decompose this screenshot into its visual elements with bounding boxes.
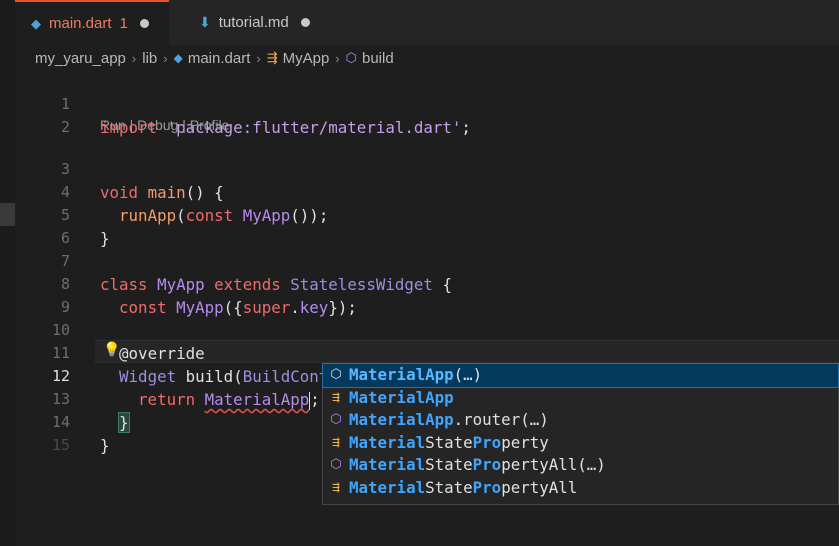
suggestion-item[interactable]: ⬡ Material State Pro pertyAll(…) [323, 454, 838, 477]
code-line[interactable]: 10 @override [0, 296, 839, 363]
type-icon: ⇶ [332, 434, 340, 450]
tab-label: tutorial.md [218, 14, 289, 31]
breadcrumb-class[interactable]: MyApp [283, 50, 330, 67]
code-line[interactable]: 9 [0, 273, 839, 316]
suggestion-match: MaterialApp [349, 410, 454, 430]
suggestion-mid: State [425, 432, 473, 452]
suggestion-item[interactable]: ⇶ Material State Pro pertyAll [323, 477, 838, 500]
tab-label: main.dart [49, 15, 112, 32]
chevron-right-icon: › [256, 50, 261, 66]
breadcrumb-subfolder[interactable]: lib [142, 50, 157, 67]
suggestion-item[interactable]: ⬡ MaterialApp .router(…) [323, 409, 838, 432]
dart-icon: ◆ [31, 15, 41, 31]
tab-tutorial-md[interactable]: ⬇ tutorial.md [185, 0, 345, 45]
code-line[interactable]: 1 import 'package:flutter/material.dart'… [0, 70, 839, 137]
code-line[interactable]: 3 void main() { [0, 135, 839, 202]
code-line[interactable]: 2 [0, 93, 839, 136]
class-icon: ⬡ [330, 367, 342, 382]
punctuation: } [100, 436, 110, 455]
suggestion-mid: State [425, 477, 473, 497]
line-number: 15 [51, 436, 70, 454]
markdown-icon: ⬇ [199, 14, 211, 30]
problem-count-badge: 1 [119, 15, 128, 32]
code-line[interactable]: 11 Widget build(BuildContext context) { [0, 319, 839, 387]
tab-bar: ◆ main.dart 1 ⬇ tutorial.md [15, 0, 839, 45]
constructor-icon: ⬡ [330, 412, 342, 428]
code-line[interactable]: 6 [0, 204, 839, 247]
suggestion-match: Pro [472, 432, 502, 452]
breadcrumb-method[interactable]: build [362, 50, 394, 67]
suggestion-match: MaterialApp [349, 387, 454, 407]
lightbulb-icon[interactable]: 💡 [103, 341, 120, 358]
suggestion-match: Pro [472, 455, 502, 475]
suggestion-rest: perty [501, 432, 549, 452]
suggestion-item[interactable]: ⬡ MaterialApp (…) [322, 363, 839, 388]
autocomplete-suggestions: ⬡ MaterialApp (…) ⇶ MaterialApp ⬡ Materia… [322, 363, 839, 505]
method-symbol-icon: ⬡ [345, 50, 357, 65]
class-symbol-icon: ⇶ [266, 50, 278, 65]
suggestion-match: Material [349, 432, 426, 452]
suggestion-item[interactable]: ⇶ MaterialApp [323, 387, 838, 410]
suggestion-rest: pertyAll(…) [501, 455, 606, 475]
breadcrumb-file[interactable]: main.dart [188, 50, 251, 67]
unsaved-dot-icon[interactable] [139, 19, 149, 28]
suggestion-mid: State [425, 455, 473, 475]
codelens-run-debug-profile[interactable]: Run | Debug | Profile [100, 115, 229, 135]
type-icon: ⇶ [332, 389, 340, 405]
suggestion-item[interactable]: ⇶ Material State Pro perty [323, 432, 838, 455]
suggestion-rest: pertyAll [501, 477, 578, 497]
constructor-icon: ⬡ [330, 457, 342, 473]
breadcrumb: my_yaru_app › lib › ◆ main.dart › ⇶ MyAp… [35, 47, 394, 69]
chevron-right-icon: › [163, 50, 168, 66]
suggestion-rest: (…) [453, 365, 483, 384]
suggestion-match: Pro [472, 477, 502, 497]
code-line[interactable]: 5 } [0, 181, 839, 248]
tab-main-dart[interactable]: ◆ main.dart 1 [15, 0, 169, 45]
dart-icon: ◆ [173, 51, 183, 65]
code-line[interactable]: 7 class MyApp extends StatelessWidget { [0, 227, 839, 294]
chevron-right-icon: › [131, 50, 137, 66]
suggestion-match: Material [349, 455, 426, 475]
suggestion-rest: .router(…) [453, 410, 549, 430]
chevron-right-icon: › [335, 50, 340, 66]
type-icon: ⇶ [332, 479, 340, 495]
code-line[interactable]: 8 const MyApp({super.key}); [0, 250, 839, 317]
suggestion-match: Material [349, 477, 426, 497]
breadcrumb-folder[interactable]: my_yaru_app [35, 50, 126, 67]
code-line-current[interactable]: 12 return MaterialApp; [0, 342, 839, 410]
code-line[interactable]: 4 runApp(const MyApp()); [0, 158, 839, 225]
unsaved-dot-icon[interactable] [300, 18, 310, 27]
suggestion-match: MaterialApp [349, 365, 454, 384]
